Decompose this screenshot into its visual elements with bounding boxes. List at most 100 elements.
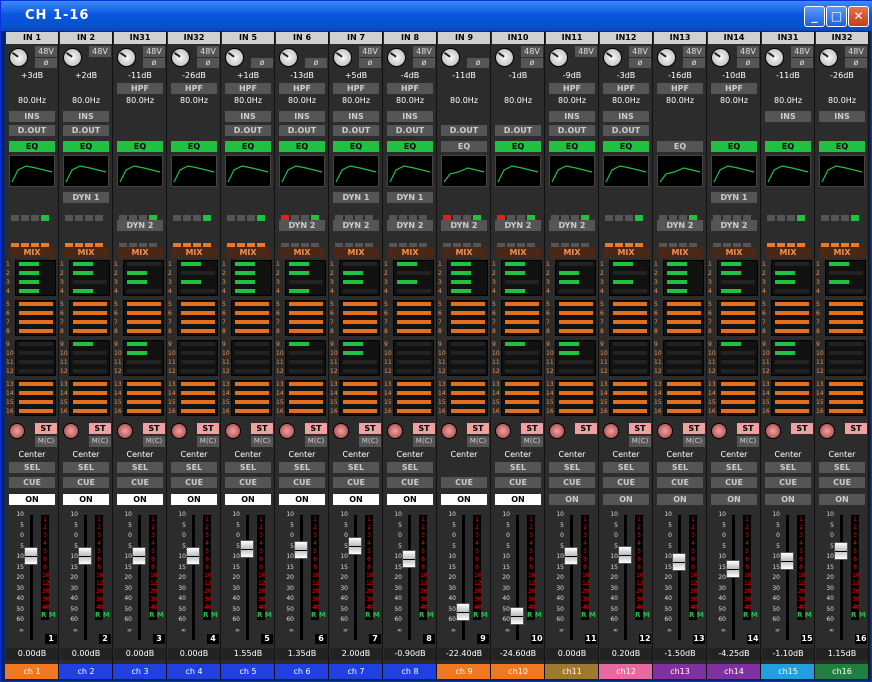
mix-send-group[interactable] (177, 340, 218, 376)
mix-send-level[interactable] (559, 409, 593, 413)
gain-knob[interactable] (387, 48, 406, 67)
eq-graph[interactable] (117, 155, 163, 187)
dyn2-button[interactable]: DYN 2 (549, 220, 595, 231)
mix-send-group[interactable] (447, 260, 488, 296)
mix-send-level[interactable] (559, 351, 579, 355)
mix-send-level[interactable] (235, 271, 255, 275)
stereo-button[interactable]: ST (575, 423, 597, 434)
phantom-48v-button[interactable]: 48V (737, 46, 759, 57)
mix-send-level[interactable] (613, 382, 647, 386)
mix-button[interactable]: MIX (603, 247, 649, 258)
pan-knob[interactable] (549, 423, 565, 439)
phase-button[interactable]: ø (305, 58, 327, 68)
mix-send-level[interactable] (829, 262, 849, 266)
mix-send-level[interactable] (19, 320, 53, 324)
mix-send-grid[interactable]: 1 2 3 4 5 6 7 8 9 10 11 12 13 14 15 16 (816, 260, 868, 418)
mix-send-group[interactable] (339, 380, 380, 416)
mix-send-level[interactable] (505, 342, 525, 346)
pan-knob[interactable] (9, 423, 25, 439)
mix-send-level[interactable] (19, 400, 53, 404)
mix-send-level[interactable] (343, 280, 363, 284)
mix-send-level[interactable] (73, 400, 107, 404)
mix-send-group[interactable] (609, 380, 650, 416)
mix-send-group[interactable] (609, 340, 650, 376)
fader-knob[interactable] (780, 551, 794, 570)
mix-send-level[interactable] (613, 409, 647, 413)
insert-button[interactable]: INS (333, 111, 379, 122)
mix-send-group[interactable] (231, 260, 272, 296)
dyn2-button[interactable]: DYN 2 (387, 220, 433, 231)
mono-center-button[interactable]: M(C) (35, 436, 57, 447)
mix-send-level[interactable] (19, 409, 53, 413)
mix-send-level[interactable] (235, 320, 269, 324)
direct-out-button[interactable]: D.OUT (441, 125, 487, 136)
mix-send-level[interactable] (19, 289, 39, 293)
select-button[interactable]: SEL (279, 462, 325, 473)
cue-button[interactable]: CUE (657, 477, 703, 488)
direct-out-button[interactable]: D.OUT (225, 125, 271, 136)
mix-send-level[interactable] (181, 302, 215, 306)
stereo-button[interactable]: ST (467, 423, 489, 434)
mix-send-level[interactable] (505, 382, 539, 386)
mix-send-level[interactable] (829, 369, 863, 373)
stereo-button[interactable]: ST (89, 423, 111, 434)
mix-button[interactable]: MIX (711, 247, 757, 258)
input-patch-label[interactable]: IN14 (708, 32, 760, 44)
gain-knob[interactable] (279, 48, 298, 67)
select-button[interactable]: SEL (549, 462, 595, 473)
mix-send-level[interactable] (775, 342, 795, 346)
mix-send-level[interactable] (505, 271, 525, 275)
mix-send-level[interactable] (397, 382, 431, 386)
mix-send-level[interactable] (19, 262, 39, 266)
mix-send-level[interactable] (667, 289, 687, 293)
pan-knob[interactable] (819, 423, 835, 439)
mix-send-level[interactable] (667, 382, 701, 386)
mix-send-level[interactable] (289, 289, 309, 293)
mix-send-level[interactable] (613, 360, 647, 364)
select-button[interactable]: SEL (657, 462, 703, 473)
select-button[interactable]: SEL (63, 462, 109, 473)
direct-out-button[interactable]: D.OUT (63, 125, 109, 136)
mix-send-level[interactable] (721, 409, 755, 413)
select-button[interactable]: SEL (819, 462, 865, 473)
mix-send-level[interactable] (829, 271, 863, 275)
dyn2-button[interactable]: DYN 2 (117, 220, 163, 231)
mix-send-level[interactable] (343, 391, 377, 395)
stereo-button[interactable]: ST (413, 423, 435, 434)
mono-center-button[interactable]: M(C) (683, 436, 705, 447)
insert-button[interactable]: INS (765, 111, 811, 122)
insert-button[interactable]: INS (603, 111, 649, 122)
mix-send-group[interactable] (771, 260, 812, 296)
mix-send-level[interactable] (343, 311, 377, 315)
eq-graph[interactable] (819, 155, 865, 187)
input-patch-label[interactable]: IN31 (114, 32, 166, 44)
phantom-48v-button[interactable]: 48V (35, 46, 57, 57)
input-patch-label[interactable]: IN13 (654, 32, 706, 44)
eq-button[interactable]: EQ (603, 141, 649, 152)
phantom-48v-button[interactable]: 48V (143, 46, 165, 57)
on-button[interactable]: ON (333, 494, 379, 505)
eq-button[interactable]: EQ (711, 141, 757, 152)
stereo-button[interactable]: ST (197, 423, 219, 434)
gain-knob[interactable] (225, 48, 244, 67)
mix-send-level[interactable] (559, 360, 593, 364)
cue-button[interactable]: CUE (63, 477, 109, 488)
cue-button[interactable]: CUE (819, 477, 865, 488)
mix-send-level[interactable] (505, 280, 539, 284)
stereo-button[interactable]: ST (629, 423, 651, 434)
direct-out-button[interactable]: D.OUT (603, 125, 649, 136)
mix-send-group[interactable] (177, 380, 218, 416)
channel-name[interactable]: ch11 (545, 664, 598, 679)
mix-send-level[interactable] (397, 280, 417, 284)
mix-send-level[interactable] (19, 329, 53, 333)
mix-send-group[interactable] (771, 380, 812, 416)
cue-button[interactable]: CUE (603, 477, 649, 488)
gain-knob[interactable] (819, 48, 838, 67)
mix-button[interactable]: MIX (63, 247, 109, 258)
mix-button[interactable]: MIX (495, 247, 541, 258)
mix-send-level[interactable] (667, 271, 687, 275)
hpf-button[interactable]: HPF (387, 83, 433, 94)
mix-send-group[interactable] (339, 300, 380, 336)
mix-send-level[interactable] (127, 329, 161, 333)
pan-knob[interactable] (495, 423, 511, 439)
